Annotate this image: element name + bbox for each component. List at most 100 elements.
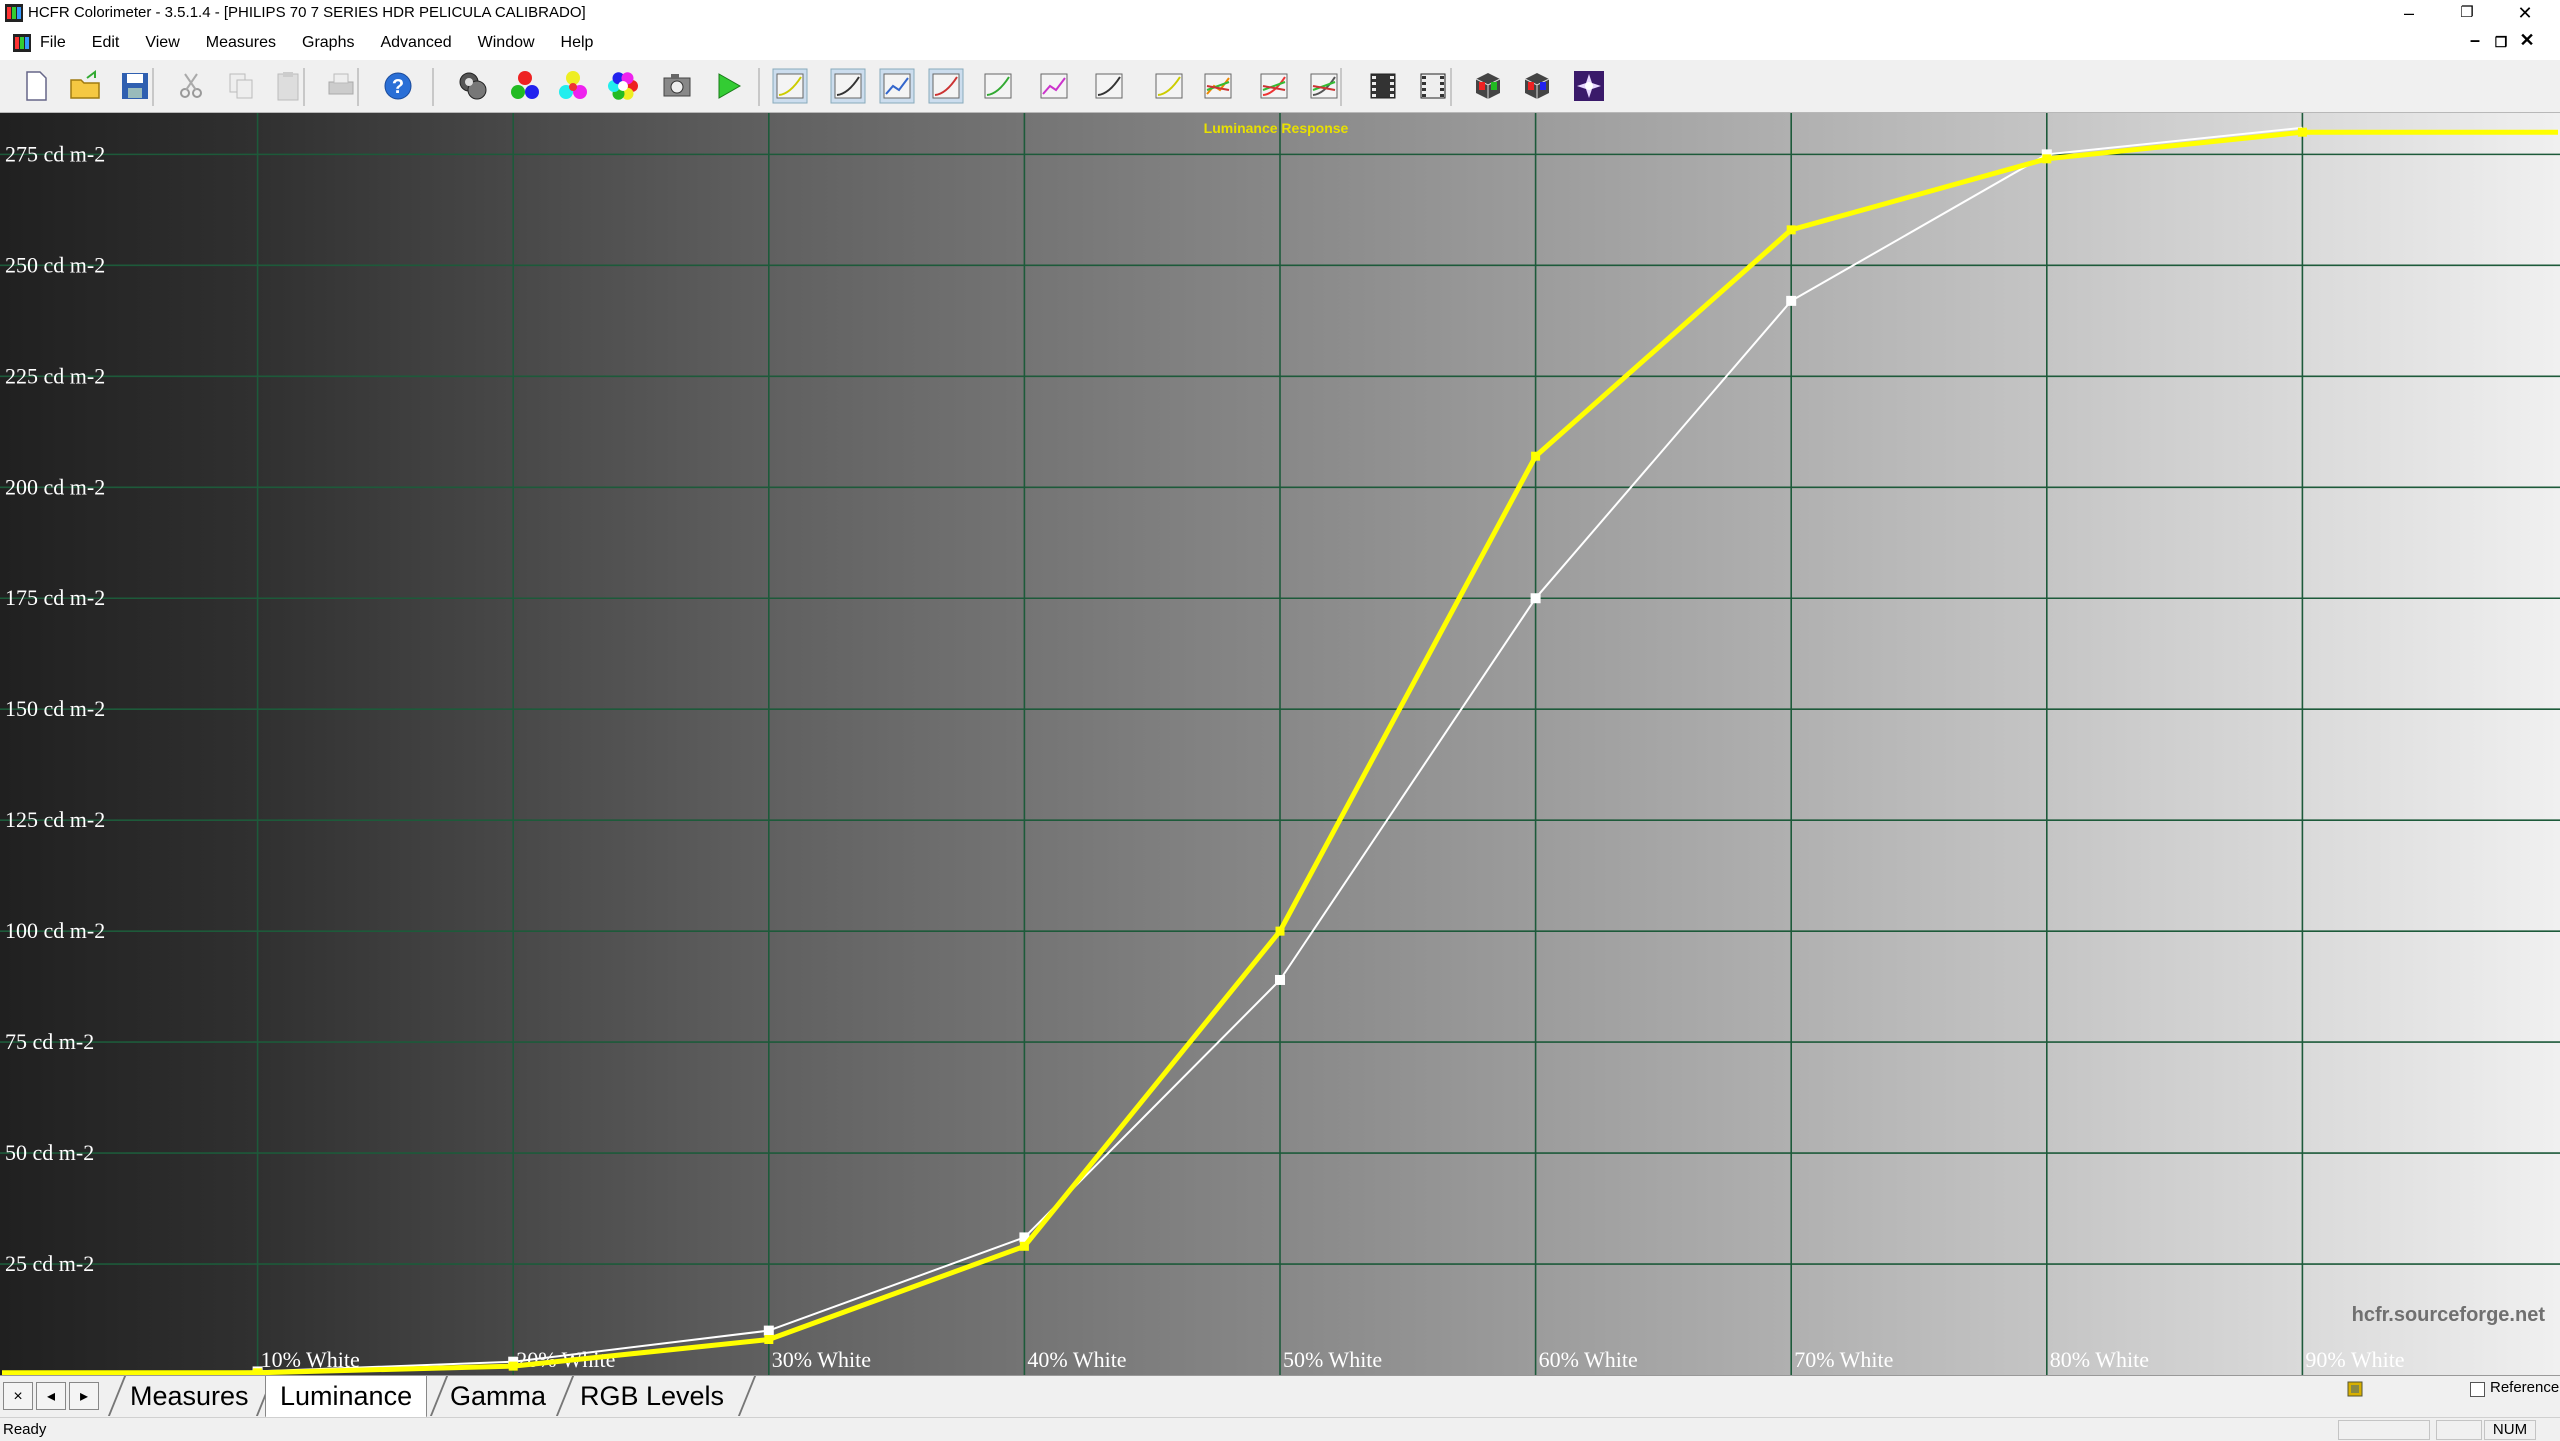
data-point-white [1786,295,1797,306]
y-tick-label: 50 cd m-2 [5,1140,94,1165]
graph-icon-1-glyph [772,68,808,104]
play-icon[interactable] [710,68,746,104]
close-tab-button[interactable]: × [3,1382,33,1410]
menu-edit[interactable]: Edit [92,34,120,52]
data-point-yellow [1531,451,1541,461]
reference-checkbox[interactable] [2470,1382,2485,1397]
print-icon[interactable] [323,68,359,104]
save-icon[interactable] [117,68,153,104]
film-icon[interactable] [1365,68,1401,104]
star-icon-glyph [1574,71,1604,101]
play-icon-glyph [718,73,742,99]
data-point-yellow [1019,1241,1029,1251]
reference-icon[interactable] [2346,1380,2364,1400]
menu-measures[interactable]: Measures [206,34,276,52]
mdi-minimize-button[interactable]: – [2462,30,2488,54]
help-icon[interactable]: ? [380,68,416,104]
mdi-restore-button[interactable]: ❐ [2488,30,2514,54]
status-panel [2436,1420,2482,1440]
print-icon-glyph [328,73,354,95]
colors-icon[interactable] [605,68,641,104]
tab-divider [737,1376,757,1416]
mdi-controls: – ❐ ✕ [2462,30,2540,54]
tab-measures[interactable]: Measures [116,1376,263,1416]
y-tick-label: 75 cd m-2 [5,1029,94,1054]
data-point-yellow [1275,926,1285,936]
graph-icon-10[interactable] [1256,68,1292,104]
graph-icon-2[interactable] [830,68,866,104]
graph-icon-11[interactable] [1306,68,1342,104]
cube-icon-1[interactable] [1470,68,1506,104]
graph-icon-1[interactable] [772,68,808,104]
cube-icon-1-glyph [1475,73,1501,99]
graph-icon-4-glyph [928,68,964,104]
status-panel [2338,1420,2430,1440]
menu-view[interactable]: View [145,34,179,52]
menu-items: File Edit View Measures Graphs Advanced Window… [40,26,619,60]
graph-icon-4[interactable] [928,68,964,104]
data-point-white [763,1325,774,1336]
primaries-icon[interactable] [507,68,543,104]
data-point-white [1275,974,1285,985]
cut-icon[interactable] [173,68,209,104]
graph-icon-3-glyph [879,68,915,104]
prev-tab-button[interactable]: ◂ [36,1382,66,1410]
num-lock-indicator: NUM [2484,1420,2536,1440]
close-button[interactable]: ✕ [2496,0,2554,26]
graph-icon-5[interactable] [980,68,1016,104]
y-tick-label: 175 cd m-2 [5,585,105,610]
app-icon [5,4,23,22]
open-icon[interactable] [67,68,103,104]
tab-rgb-levels[interactable]: RGB Levels [566,1376,738,1416]
film-icon-2-glyph [1420,73,1446,99]
restore-button[interactable]: ❐ [2438,0,2496,26]
toolbar-separator [758,68,760,106]
y-tick-label: 100 cd m-2 [5,918,105,943]
graph-icon-3[interactable] [879,68,915,104]
menu-bar: File Edit View Measures Graphs Advanced Window… [0,26,2560,61]
y-tick-label: 275 cd m-2 [5,141,105,166]
copy-icon[interactable] [223,68,259,104]
minimize-button[interactable]: – [2380,0,2438,26]
graph-icon-11-glyph [1310,73,1338,99]
tab-luminance[interactable]: Luminance [265,1376,428,1418]
luminance-graph: 25 cd m-2 50 cd m-2 75 cd m-2 100 cd m-2 125… [0,113,2560,1375]
menu-advanced[interactable]: Advanced [380,34,451,52]
x-tick-label: 70% White [1794,1347,1893,1372]
camera-icon-glyph [663,74,691,97]
menu-help[interactable]: Help [561,34,594,52]
svg-text:?: ? [392,76,404,98]
title-bar: HCFR Colorimeter - 3.5.1.4 - [PHILIPS 70… [0,0,2560,26]
film-icon-2[interactable] [1415,68,1451,104]
sensor-icon[interactable] [455,68,491,104]
paste-icon[interactable] [271,68,307,104]
y-tick-label: 200 cd m-2 [5,474,105,499]
new-icon[interactable] [18,68,54,104]
x-tick-label: 90% White [2305,1347,2404,1372]
data-point-yellow [2297,127,2307,137]
graph-icon-9[interactable] [1200,68,1236,104]
mdi-close-button[interactable]: ✕ [2514,30,2540,54]
graph-icon-10-glyph [1260,73,1288,99]
graph-icon-8[interactable] [1151,68,1187,104]
menu-graphs[interactable]: Graphs [302,34,354,52]
y-tick-label: 25 cd m-2 [5,1251,94,1276]
data-point-yellow [253,1368,263,1375]
paste-icon-glyph [277,72,299,101]
film-icon-glyph [1370,73,1396,99]
next-tab-button[interactable]: ▸ [69,1382,99,1410]
graph-icon-6[interactable] [1036,68,1072,104]
menu-window[interactable]: Window [478,34,535,52]
sensor-icon-glyph [459,72,487,100]
tab-gamma[interactable]: Gamma [436,1376,560,1416]
document-icon[interactable] [12,33,32,53]
star-icon[interactable] [1571,68,1607,104]
colors-icon-glyph [608,72,638,100]
graph-icon-5-glyph [984,73,1012,99]
graph-icon-7[interactable] [1091,68,1127,104]
secondaries-icon-glyph [559,71,587,99]
menu-file[interactable]: File [40,34,66,52]
cube-icon-2[interactable] [1519,68,1555,104]
camera-icon[interactable] [659,68,695,104]
secondaries-icon[interactable] [555,68,591,104]
